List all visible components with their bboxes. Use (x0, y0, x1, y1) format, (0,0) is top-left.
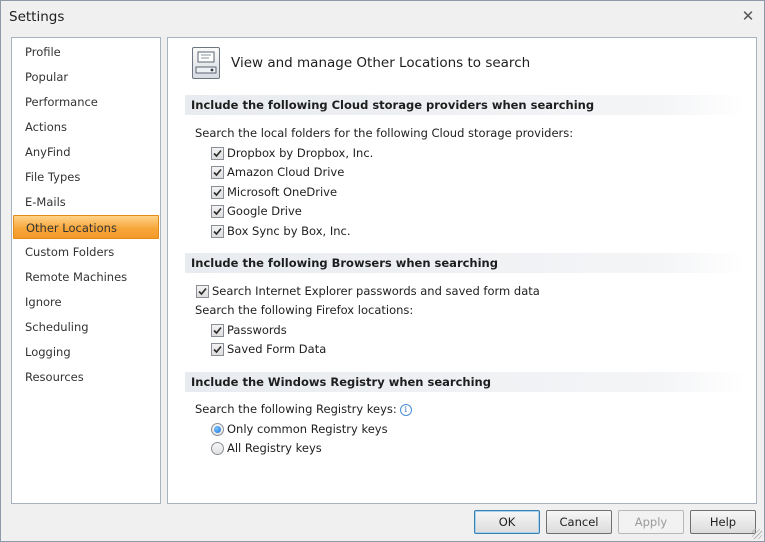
firefox-passwords-checkbox[interactable] (211, 323, 224, 337)
firefox-form-data-checkbox[interactable] (211, 342, 224, 356)
nav-item-anyfind[interactable]: AnyFind (13, 140, 159, 164)
registry-intro-text: Search the following Registry keys: (195, 402, 397, 416)
nav-item-resources[interactable]: Resources (13, 365, 159, 389)
other-locations-icon (192, 47, 220, 79)
cloud-onedrive-option[interactable]: Microsoft OneDrive (211, 184, 337, 200)
nav-item-logging[interactable]: Logging (13, 340, 159, 364)
settings-nav: Profile Popular Performance Actions AnyF… (11, 37, 161, 504)
ie-checkbox[interactable] (196, 284, 209, 298)
cloud-section-heading: Include the following Cloud storage prov… (185, 95, 745, 115)
settings-window: Settings ✕ Profile Popular Performance A… (0, 0, 765, 542)
nav-item-other-locations[interactable]: Other Locations (13, 215, 159, 239)
onedrive-checkbox[interactable] (211, 185, 224, 199)
firefox-form-data-option[interactable]: Saved Form Data (211, 341, 326, 357)
nav-item-scheduling[interactable]: Scheduling (13, 315, 159, 339)
nav-item-ignore[interactable]: Ignore (13, 290, 159, 314)
ie-option[interactable]: Search Internet Explorer passwords and s… (196, 283, 540, 299)
registry-section-heading: Include the Windows Registry when search… (185, 372, 745, 392)
window-title: Settings (9, 9, 65, 25)
common-keys-label: Only common Registry keys (227, 422, 388, 436)
help-button[interactable]: Help (690, 510, 756, 534)
nav-item-remote-machines[interactable]: Remote Machines (13, 265, 159, 289)
nav-item-performance[interactable]: Performance (13, 90, 159, 114)
registry-intro: Search the following Registry keys: i (195, 402, 412, 416)
box-sync-checkbox[interactable] (211, 224, 224, 238)
all-keys-radio[interactable] (211, 441, 224, 455)
browsers-section-heading: Include the following Browsers when sear… (185, 253, 745, 273)
cloud-amazon-option[interactable]: Amazon Cloud Drive (211, 164, 344, 180)
common-keys-radio[interactable] (211, 422, 224, 436)
resize-grip-icon[interactable] (752, 529, 762, 539)
ie-label: Search Internet Explorer passwords and s… (212, 284, 540, 298)
firefox-passwords-option[interactable]: Passwords (211, 322, 287, 338)
cancel-button[interactable]: Cancel (546, 510, 612, 534)
firefox-intro-text: Search the following Firefox locations: (195, 303, 414, 317)
registry-all-option[interactable]: All Registry keys (211, 440, 322, 456)
content-panel: View and manage Other Locations to searc… (167, 37, 757, 504)
title-bar: Settings ✕ (1, 1, 764, 31)
nav-item-popular[interactable]: Popular (13, 65, 159, 89)
cloud-google-drive-option[interactable]: Google Drive (211, 203, 302, 219)
nav-item-custom-folders[interactable]: Custom Folders (13, 240, 159, 264)
apply-button[interactable]: Apply (618, 510, 684, 534)
nav-item-file-types[interactable]: File Types (13, 165, 159, 189)
onedrive-label: Microsoft OneDrive (227, 185, 338, 199)
close-icon[interactable]: ✕ (738, 6, 758, 26)
cloud-intro-text: Search the local folders for the followi… (195, 126, 574, 140)
registry-common-option[interactable]: Only common Registry keys (211, 421, 388, 437)
nav-item-e-mails[interactable]: E-Mails (13, 190, 159, 214)
cloud-box-sync-option[interactable]: Box Sync by Box, Inc. (211, 223, 351, 239)
nav-item-actions[interactable]: Actions (13, 115, 159, 139)
firefox-form-data-label: Saved Form Data (227, 342, 327, 356)
all-keys-label: All Registry keys (227, 441, 322, 455)
dropbox-checkbox[interactable] (211, 146, 224, 160)
google-drive-label: Google Drive (227, 204, 302, 218)
google-drive-checkbox[interactable] (211, 204, 224, 218)
firefox-passwords-label: Passwords (227, 323, 287, 337)
amazon-drive-checkbox[interactable] (211, 165, 224, 179)
info-icon[interactable]: i (399, 403, 412, 416)
amazon-drive-label: Amazon Cloud Drive (227, 165, 345, 179)
cloud-dropbox-option[interactable]: Dropbox by Dropbox, Inc. (211, 145, 373, 161)
box-sync-label: Box Sync by Box, Inc. (227, 224, 351, 238)
page-title: View and manage Other Locations to searc… (231, 55, 531, 71)
ok-button[interactable]: OK (474, 510, 540, 534)
dropbox-label: Dropbox by Dropbox, Inc. (227, 146, 374, 160)
nav-item-profile[interactable]: Profile (13, 40, 159, 64)
